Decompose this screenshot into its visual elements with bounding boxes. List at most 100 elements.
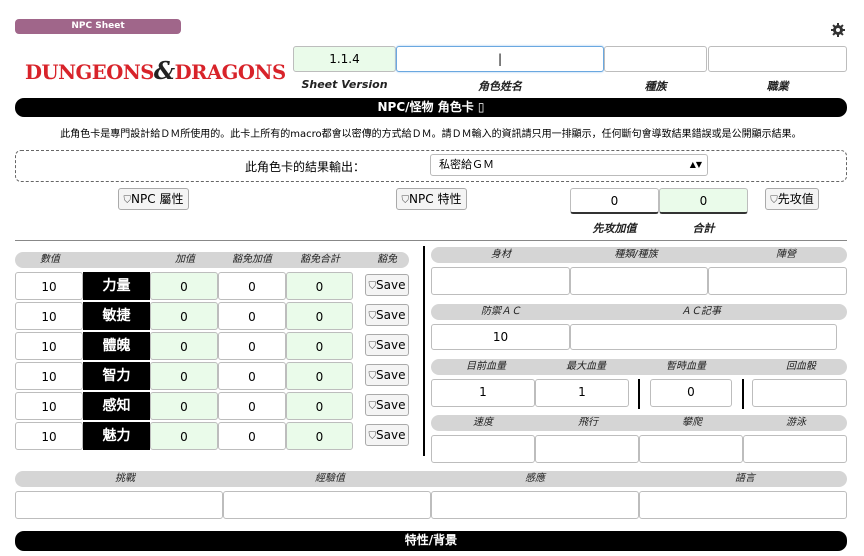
senses-input[interactable] — [431, 491, 639, 519]
save-button[interactable]: ⛉Save — [365, 394, 409, 416]
size-type-header: 身材 種類/種族 陣營 — [431, 247, 847, 263]
shield-icon: ⛉ — [368, 281, 377, 292]
attribute-name: 體魄 — [83, 332, 150, 360]
type-race-input[interactable] — [570, 267, 708, 295]
dnd-logo: DUNGEONS&DRAGONS — [25, 56, 286, 85]
save-button-label: Save — [376, 278, 406, 292]
attribute-name: 敏捷 — [83, 302, 150, 330]
speed-input[interactable] — [431, 435, 535, 463]
dm-note: 此角色卡是專門設計給ＤＭ所使用的。此卡上所有的macro都會以密傳的方式給ＤＭ。… — [60, 129, 802, 140]
select-arrows-icon: ▲▼ — [689, 160, 702, 169]
save-total-field[interactable]: 0 — [286, 362, 353, 390]
current-hp-input[interactable]: 1 — [431, 379, 535, 407]
attribute-name: 力量 — [83, 272, 150, 300]
shield-icon: ⛉ — [368, 341, 377, 352]
initiative-bonus-field[interactable]: 0 — [570, 188, 659, 214]
attribute-mod-field[interactable]: 0 — [150, 272, 218, 300]
document-icon[interactable]: ▯ — [478, 100, 485, 114]
challenge-input[interactable] — [15, 491, 223, 519]
attribute-score-input[interactable]: 10 — [15, 392, 83, 420]
character-name-input[interactable]: | — [396, 46, 604, 72]
speed-header: 速度 飛行 攀爬 游泳 — [431, 415, 847, 431]
attribute-mod-field[interactable]: 0 — [150, 422, 218, 450]
shield-icon: ⛉ — [368, 371, 377, 382]
npc-attributes-button[interactable]: ⛉NPC 屬性 — [118, 188, 189, 210]
shield-icon: ⛉ — [123, 195, 132, 206]
attribute-mod-field[interactable]: 0 — [150, 362, 218, 390]
race-label: 種族 — [644, 80, 667, 93]
hp-separator — [638, 379, 640, 409]
alignment-input[interactable] — [708, 267, 847, 295]
save-button-label: Save — [376, 398, 406, 412]
column-divider — [423, 246, 425, 456]
attribute-name: 魅力 — [83, 422, 150, 450]
size-input[interactable] — [431, 267, 570, 295]
fly-speed-input[interactable] — [535, 435, 639, 463]
save-total-field[interactable]: 0 — [286, 422, 353, 450]
save-button[interactable]: ⛉Save — [365, 304, 409, 326]
initiative-total-field[interactable]: 0 — [659, 188, 748, 214]
initiative-button[interactable]: ⛉先攻值 — [765, 188, 819, 210]
save-bonus-input[interactable]: 0 — [218, 422, 286, 450]
save-button[interactable]: ⛉Save — [365, 274, 409, 296]
languages-input[interactable] — [639, 491, 847, 519]
attribute-mod-field[interactable]: 0 — [150, 332, 218, 360]
sheet-version-label: Sheet Version — [301, 78, 388, 91]
attributes-header: 數值 加值 豁免加值 豁免合計 豁免 — [15, 252, 409, 268]
save-total-field[interactable]: 0 — [286, 332, 353, 360]
attribute-score-input[interactable]: 10 — [15, 302, 83, 330]
save-button[interactable]: ⛉Save — [365, 424, 409, 446]
save-bonus-input[interactable]: 0 — [218, 362, 286, 390]
climb-speed-input[interactable] — [639, 435, 743, 463]
save-total-field[interactable]: 0 — [286, 272, 353, 300]
gear-icon[interactable] — [830, 22, 846, 38]
attribute-name: 智力 — [83, 362, 150, 390]
save-total-field[interactable]: 0 — [286, 392, 353, 420]
save-bonus-input[interactable]: 0 — [218, 302, 286, 330]
shield-icon: ⛉ — [770, 195, 778, 206]
initiative-total-label: 合計 — [692, 222, 715, 235]
max-hp-input[interactable]: 1 — [535, 379, 629, 407]
title-bar: NPC/怪物 角色卡 ▯ — [15, 98, 847, 117]
attribute-score-input[interactable]: 10 — [15, 332, 83, 360]
race-input[interactable] — [604, 46, 707, 72]
npc-sheet-tab[interactable]: NPC Sheet — [15, 19, 181, 34]
save-button-label: Save — [376, 428, 406, 442]
save-button-label: Save — [376, 338, 406, 352]
xp-input[interactable] — [223, 491, 431, 519]
output-label: 此角色卡的結果輸出： — [244, 160, 365, 174]
shield-icon: ⛉ — [368, 401, 377, 412]
shield-icon: ⛉ — [368, 431, 377, 442]
class-input[interactable] — [708, 46, 847, 72]
save-button-label: Save — [376, 368, 406, 382]
sheet-version-field[interactable]: 1.1.4 — [293, 46, 396, 72]
character-name-label: 角色姓名 — [478, 80, 522, 93]
shield-icon: ⛉ — [401, 195, 410, 206]
attribute-mod-field[interactable]: 0 — [150, 392, 218, 420]
save-button-label: Save — [376, 308, 406, 322]
save-button[interactable]: ⛉Save — [365, 364, 409, 386]
ac-notes-input[interactable] — [570, 324, 837, 350]
save-bonus-input[interactable]: 0 — [218, 332, 286, 360]
save-button[interactable]: ⛉Save — [365, 334, 409, 356]
save-bonus-input[interactable]: 0 — [218, 392, 286, 420]
ac-input[interactable]: 10 — [431, 324, 570, 350]
output-select[interactable]: 私密給ＧＭ ▲▼ — [430, 154, 708, 176]
shield-icon: ⛉ — [368, 311, 377, 322]
save-total-field[interactable]: 0 — [286, 302, 353, 330]
ac-header: 防禦ＡＣ ＡＣ記事 — [431, 304, 847, 320]
class-label: 職業 — [766, 80, 789, 93]
npc-traits-button[interactable]: ⛉NPC 特性 — [396, 188, 467, 210]
divider — [15, 240, 847, 241]
hp-separator — [742, 379, 744, 409]
hp-header: 目前血量 最大血量 暫時血量 回血骰 — [431, 359, 847, 375]
attribute-score-input[interactable]: 10 — [15, 422, 83, 450]
temp-hp-input[interactable]: 0 — [650, 379, 732, 407]
attribute-score-input[interactable]: 10 — [15, 272, 83, 300]
swim-speed-input[interactable] — [743, 435, 847, 463]
attribute-score-input[interactable]: 10 — [15, 362, 83, 390]
attribute-mod-field[interactable]: 0 — [150, 302, 218, 330]
save-bonus-input[interactable]: 0 — [218, 272, 286, 300]
traits-bar: 特性/背景 — [15, 531, 847, 551]
hit-dice-input[interactable] — [752, 379, 847, 407]
